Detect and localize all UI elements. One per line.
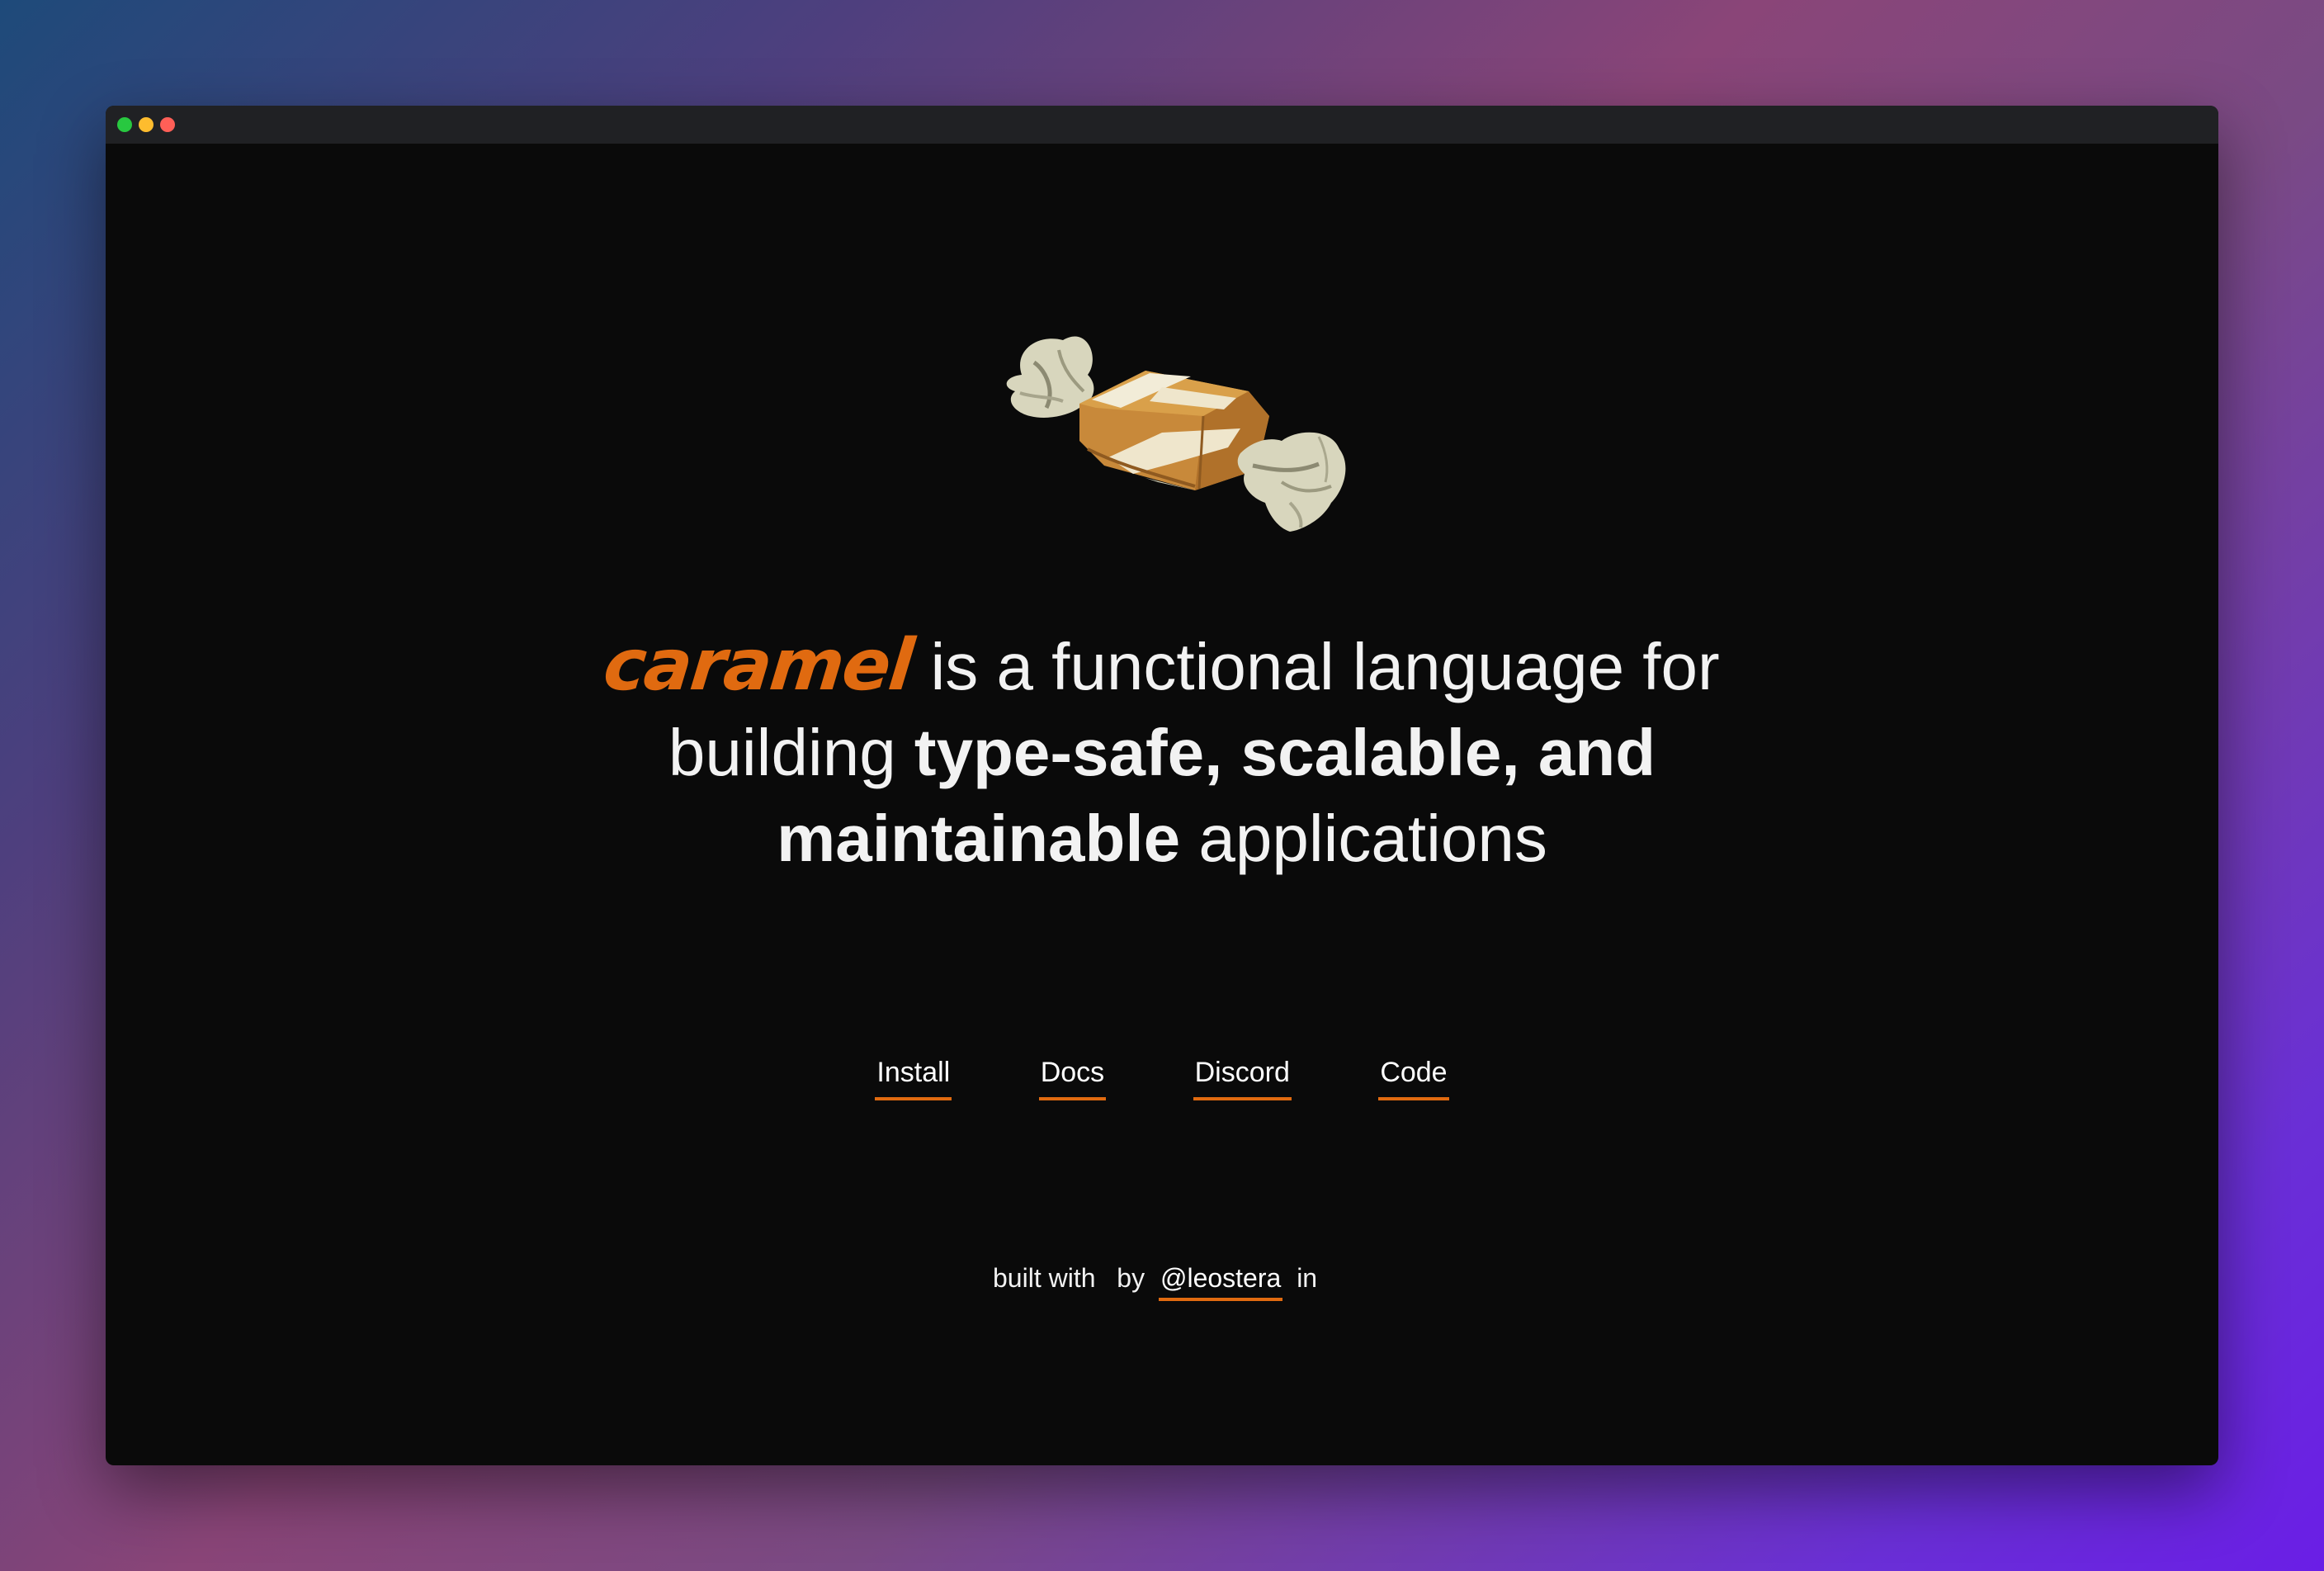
nav-link-code[interactable]: Code <box>1378 1057 1449 1100</box>
caramel-candy-icon <box>1006 336 1346 532</box>
main-nav: Install Docs Discord Code <box>106 1057 2218 1100</box>
window-minimize-button[interactable] <box>139 117 154 132</box>
hero-headline: caramel is a functional language for bui… <box>543 622 1781 882</box>
footer-credit: built with by @leostera in <box>106 1263 2218 1301</box>
browser-window: caramel is a functional language for bui… <box>106 106 2218 1465</box>
nav-link-docs[interactable]: Docs <box>1038 1057 1107 1100</box>
window-maximize-button[interactable] <box>117 117 132 132</box>
headline-text-2: applications <box>1180 802 1547 875</box>
footer-built-with: built with <box>993 1263 1096 1293</box>
footer-in: in <box>1297 1263 1318 1293</box>
page-content: caramel is a functional language for bui… <box>106 144 2218 1465</box>
window-close-button[interactable] <box>160 117 175 132</box>
author-link[interactable]: @leostera <box>1158 1263 1283 1301</box>
window-titlebar <box>106 106 2218 144</box>
caramel-wordmark: caramel <box>600 624 917 707</box>
nav-link-install[interactable]: Install <box>875 1057 952 1100</box>
footer-by: by <box>1117 1263 1145 1293</box>
nav-link-discord[interactable]: Discord <box>1193 1057 1292 1100</box>
